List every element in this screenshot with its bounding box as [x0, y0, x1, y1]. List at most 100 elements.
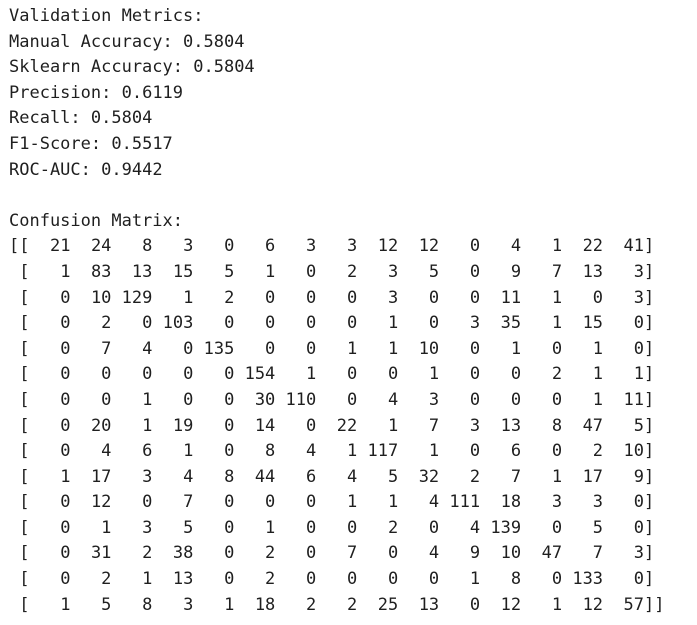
matrix-cell: 17	[582, 466, 604, 487]
matrix-cell: 2	[224, 287, 235, 308]
matrix-cell: 3	[633, 261, 645, 282]
matrix-cell: 10	[500, 543, 522, 564]
matrix-cell: 0	[346, 569, 358, 590]
matrix-cell: 0	[551, 441, 563, 462]
matrix-cell: 24	[90, 236, 112, 257]
matrix-cell: 30	[254, 389, 276, 410]
matrix-cell: 2	[346, 261, 358, 282]
matrix-cell: 32	[418, 466, 440, 487]
matrix-cell: 18	[254, 594, 276, 615]
metric-value: 0.6119	[121, 82, 184, 103]
matrix-open-bracket: [	[9, 441, 30, 462]
matrix-row: [ 1 83 13 15 5 1 0 2 3 5 0 9 7 13 3]	[9, 260, 697, 286]
matrix-cell: 11	[623, 389, 645, 410]
matrix-cell: 0	[469, 236, 481, 257]
matrix-cell: 0	[633, 569, 645, 590]
matrix-cell: 1	[428, 364, 440, 385]
matrix-cell: 13	[500, 415, 522, 436]
matrix-cell: 1	[592, 364, 604, 385]
matrix-row: [ 0 0 1 0 0 30 110 0 4 3 0 0 0 1 11]	[9, 388, 697, 414]
matrix-cell: 0	[633, 313, 645, 334]
matrix-cell: 0	[224, 313, 235, 334]
matrix-cell: 0	[633, 517, 645, 538]
matrix-cell: 7	[551, 261, 563, 282]
matrix-cell: 44	[254, 466, 276, 487]
matrix-cell: 3	[306, 236, 317, 257]
matrix-cell: 0	[633, 492, 645, 513]
matrix-cell: 12	[377, 236, 399, 257]
matrix-open-bracket: [	[9, 517, 30, 538]
metric-label: Sklearn Accuracy:	[9, 57, 183, 78]
matrix-cell: 0	[142, 364, 153, 385]
matrix-cell: 0	[306, 492, 317, 513]
matrix-cell: 0	[551, 338, 563, 359]
matrix-cell: 0	[306, 287, 317, 308]
matrix-cell: 2	[469, 466, 481, 487]
matrix-cell: 3	[551, 492, 563, 513]
matrix-cell: 1	[551, 236, 563, 257]
matrix-cell: 22	[336, 415, 358, 436]
matrix-cell: 13	[172, 569, 194, 590]
matrix-row: [ 0 0 0 0 0 154 1 0 0 1 0 0 2 1 1]	[9, 362, 697, 388]
matrix-cell: 1	[346, 338, 358, 359]
metrics-list: Manual Accuracy: 0.5804 Sklearn Accuracy:…	[9, 30, 697, 184]
matrix-close-bracket: ]	[644, 389, 655, 410]
matrix-cell: 1	[387, 313, 399, 334]
metric-value: 0.5517	[111, 133, 173, 154]
matrix-cell: 2	[265, 543, 276, 564]
matrix-close-bracket: ]	[644, 236, 655, 257]
matrix-cell: 0	[224, 492, 235, 513]
matrix-open-bracket: [[	[9, 236, 30, 257]
matrix-cell: 0	[60, 338, 71, 359]
matrix-cell: 5	[183, 517, 194, 538]
matrix-cell: 4	[428, 543, 440, 564]
matrix-cell: 3	[346, 236, 358, 257]
matrix-open-bracket: [	[9, 261, 30, 282]
matrix-cell: 22	[582, 236, 604, 257]
matrix-cell: 0	[224, 364, 235, 385]
matrix-open-bracket: [	[9, 287, 30, 308]
matrix-close-bracket: ]	[644, 543, 655, 564]
matrix-cell: 0	[551, 517, 563, 538]
matrix-cell: 7	[101, 338, 112, 359]
metric-line: Manual Accuracy: 0.5804	[9, 30, 697, 56]
matrix-cell: 0	[60, 492, 71, 513]
matrix-cell: 9	[510, 261, 522, 282]
matrix-cell: 1	[142, 389, 153, 410]
matrix-cell: 3	[387, 287, 399, 308]
matrix-cell: 111	[449, 492, 481, 513]
matrix-cell: 1	[510, 338, 522, 359]
metric-value: 0.5804	[193, 57, 255, 78]
matrix-cell: 2	[101, 569, 112, 590]
matrix-cell: 1	[306, 364, 317, 385]
matrix-cell: 47	[582, 415, 604, 436]
matrix-cell: 0	[306, 338, 317, 359]
metric-value: 0.5804	[183, 31, 245, 52]
matrix-cell: 9	[633, 466, 645, 487]
metric-line: F1-Score: 0.5517	[9, 132, 697, 158]
matrix-cell: 117	[367, 441, 399, 462]
matrix-cell: 13	[582, 261, 604, 282]
matrix-row: [ 0 31 2 38 0 2 0 7 0 4 9 10 47 7 3]	[9, 541, 697, 567]
metric-label: F1-Score:	[9, 133, 102, 154]
matrix-cell: 0	[306, 313, 317, 334]
matrix-row: [ 0 20 1 19 0 14 0 22 1 7 3 13 8 47 5]	[9, 414, 697, 440]
matrix-cell: 0	[224, 569, 235, 590]
matrix-cell: 1	[469, 569, 481, 590]
matrix-cell: 2	[592, 441, 604, 462]
matrix-cell: 4	[183, 466, 194, 487]
metric-value: 0.9442	[101, 159, 163, 180]
matrix-cell: 19	[172, 415, 194, 436]
matrix-cell: 0	[633, 338, 645, 359]
matrix-cell: 0	[469, 338, 481, 359]
matrix-cell: 9	[469, 543, 481, 564]
matrix-cell: 0	[60, 517, 71, 538]
matrix-cell: 0	[306, 261, 317, 282]
matrix-open-bracket: [	[9, 364, 30, 385]
matrix-cell: 0	[306, 543, 317, 564]
matrix-cell: 8	[142, 236, 153, 257]
matrix-cell: 103	[162, 313, 194, 334]
matrix-cell: 0	[183, 338, 194, 359]
matrix-cell: 1	[387, 492, 399, 513]
matrix-cell: 0	[346, 389, 358, 410]
